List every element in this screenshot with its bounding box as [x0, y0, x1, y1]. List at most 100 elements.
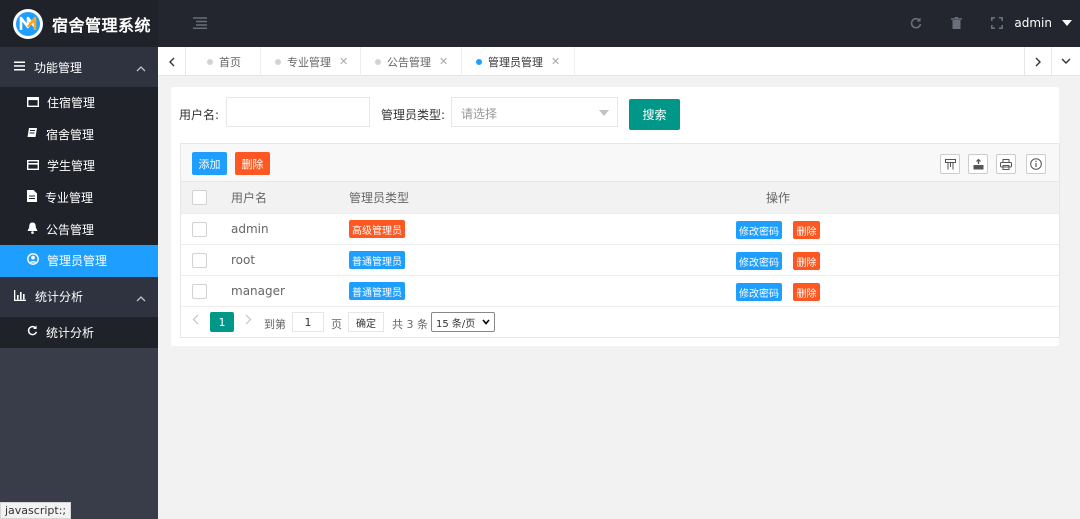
total-count: 共 3 条 [392, 318, 428, 331]
admin-type-cell: 普通管理员 [349, 276, 405, 306]
refresh-icon[interactable] [908, 15, 924, 31]
table-header-row: 用户名 管理员类型 操作 [181, 182, 1059, 214]
pagination: 1 到第 1 页 确定 共 3 条 15 条/页 [181, 307, 1059, 338]
add-button[interactable]: 添加 [192, 152, 227, 175]
page-size-select[interactable]: 15 条/页 [431, 312, 495, 332]
page-size-value: 15 条/页 [436, 318, 476, 330]
sidebar-item-lodging[interactable]: 住宿管理 [0, 87, 158, 119]
goto-prefix: 到第 [264, 318, 286, 331]
table-row: manager 普通管理员 修改密码 删除 [181, 276, 1059, 307]
select-all-checkbox[interactable] [192, 190, 207, 205]
next-page-icon[interactable] [245, 314, 252, 328]
sidebar-item-statistics[interactable]: 统计分析 [0, 317, 158, 349]
delete-row-button[interactable]: 删除 [793, 283, 820, 301]
app-logo[interactable]: 宿舍管理系统 [0, 0, 158, 47]
column-header-username[interactable]: 用户名 [231, 182, 267, 213]
username-input[interactable] [226, 97, 370, 127]
admin-type-badge: 普通管理员 [349, 251, 405, 269]
admin-type-label: 管理员类型: [381, 108, 446, 122]
close-icon[interactable]: ✕ [439, 55, 448, 68]
username-cell: admin [231, 222, 269, 236]
goto-page-input[interactable]: 1 [292, 312, 324, 332]
admin-type-cell: 高级管理员 [349, 214, 405, 244]
bar-chart-icon [14, 289, 26, 304]
sidebar-group-label: 功能管理 [34, 60, 83, 75]
table-toolbar: 添加 删除 [181, 144, 1059, 182]
app-title: 宿舍管理系统 [52, 15, 152, 35]
chevron-up-icon [136, 291, 146, 305]
sidebar-group-functions[interactable]: 功能管理 [0, 47, 158, 87]
sidebar-item-label: 统计分析 [46, 325, 95, 340]
tab-scroll-left-button[interactable] [158, 47, 186, 76]
admin-type-select[interactable]: 请选择 [451, 97, 618, 127]
tab-majors[interactable]: 专业管理 ✕ [261, 47, 361, 76]
logo-icon [13, 8, 43, 39]
chevron-down-icon[interactable] [1062, 20, 1072, 26]
sidebar-item-dorm[interactable]: 宿舍管理 [0, 119, 158, 151]
sidebar-item-label: 学生管理 [47, 159, 96, 174]
sidebar: 功能管理 住宿管理 宿舍管理 学生管理 专业管理 公告管理 管理员管理 统计分析… [0, 47, 158, 519]
tab-menu-button[interactable] [1052, 47, 1080, 76]
tab-dot-icon [476, 58, 482, 65]
row-checkbox[interactable] [192, 253, 207, 268]
admin-type-badge: 高级管理员 [349, 220, 405, 238]
tab-scroll-right-button[interactable] [1024, 47, 1052, 76]
tab-label: 公告管理 [387, 55, 431, 69]
column-header-actions: 操作 [766, 191, 791, 205]
chevron-down-icon [482, 319, 490, 325]
goto-suffix: 页 [331, 318, 342, 331]
sidebar-item-admins[interactable]: 管理员管理 [0, 244, 158, 277]
prev-page-icon[interactable] [192, 314, 199, 328]
fullscreen-icon[interactable] [989, 15, 1005, 31]
tab-label: 专业管理 [287, 55, 331, 69]
sidebar-item-notices[interactable]: 公告管理 [0, 213, 158, 245]
row-checkbox[interactable] [192, 284, 207, 299]
row-checkbox[interactable] [192, 222, 207, 237]
column-header-type[interactable]: 管理员类型 [349, 182, 409, 213]
sidebar-group-stats[interactable]: 统计分析 [0, 276, 158, 317]
change-password-button[interactable]: 修改密码 [736, 221, 782, 239]
tab-admins[interactable]: 管理员管理 ✕ [462, 47, 575, 76]
card-icon [26, 159, 40, 173]
username-label: 用户名: [179, 108, 220, 122]
tab-home[interactable]: 首页 [193, 47, 261, 76]
info-icon[interactable] [1026, 154, 1046, 174]
print-icon[interactable] [996, 154, 1016, 174]
change-password-button[interactable]: 修改密码 [736, 283, 782, 301]
chevron-up-icon [136, 61, 146, 75]
close-icon[interactable]: ✕ [339, 55, 348, 68]
sidebar-item-label: 住宿管理 [47, 96, 96, 111]
user-menu[interactable]: admin [1014, 16, 1052, 30]
sidebar-item-majors[interactable]: 专业管理 [0, 182, 158, 214]
tab-label: 管理员管理 [488, 55, 543, 69]
change-password-button[interactable]: 修改密码 [736, 252, 782, 270]
export-icon[interactable] [968, 154, 988, 174]
trash-icon[interactable] [948, 15, 964, 31]
delete-row-button[interactable]: 删除 [793, 221, 820, 239]
tab-dot-icon [207, 58, 213, 65]
columns-icon[interactable] [940, 154, 960, 174]
goto-confirm-button[interactable]: 确定 [348, 312, 384, 332]
sidebar-item-students[interactable]: 学生管理 [0, 150, 158, 182]
sidebar-item-label: 专业管理 [45, 191, 94, 206]
tab-bar: 首页 专业管理 ✕ 公告管理 ✕ 管理员管理 ✕ [158, 47, 1080, 76]
sidebar-item-label: 管理员管理 [47, 254, 108, 269]
sidebar-item-label: 宿舍管理 [46, 127, 95, 142]
admin-type-cell: 普通管理员 [349, 245, 405, 275]
search-button[interactable]: 搜索 [629, 99, 680, 130]
tab-notices[interactable]: 公告管理 ✕ [361, 47, 462, 76]
sidebar-submenu-functions: 住宿管理 宿舍管理 学生管理 专业管理 公告管理 管理员管理 [0, 87, 158, 277]
user-circle-icon [27, 253, 39, 268]
menu-toggle-icon[interactable] [192, 15, 208, 31]
table-row: root 普通管理员 修改密码 删除 [181, 245, 1059, 276]
admin-table: 添加 删除 用户名 管理员类型 操作 admin 高级管理员 修改密码 删除 r… [180, 143, 1060, 338]
close-icon[interactable]: ✕ [551, 55, 560, 68]
delete-button[interactable]: 删除 [235, 152, 270, 175]
browser-status-bar: javascript:; [0, 502, 72, 519]
top-header: 宿舍管理系统 admin [0, 0, 1080, 47]
caret-down-icon [599, 110, 609, 116]
username-cell: root [231, 253, 256, 267]
delete-row-button[interactable]: 删除 [793, 252, 820, 270]
window-icon [26, 96, 40, 110]
current-page-button[interactable]: 1 [210, 312, 234, 332]
